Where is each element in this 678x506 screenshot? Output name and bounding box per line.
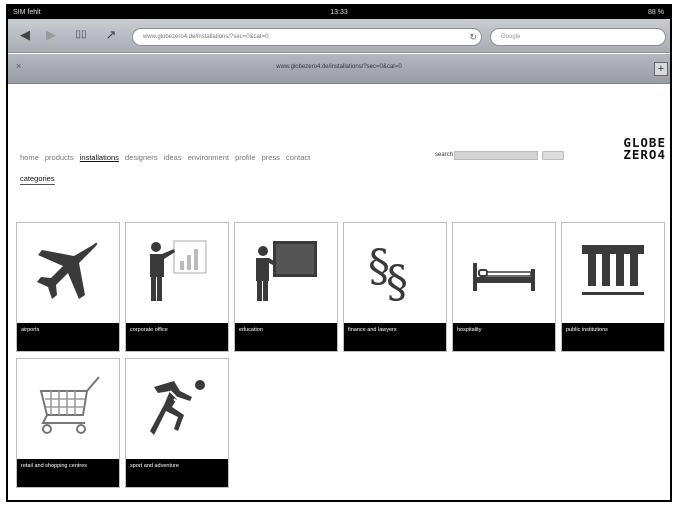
address-text: www.globezero4.de/installations/?sec=0&c… xyxy=(143,34,269,40)
bed-icon xyxy=(453,223,555,323)
tile-label: finance and lawyers xyxy=(344,323,446,351)
tile-hospitality[interactable]: hospitality xyxy=(452,222,556,352)
site-search-input[interactable] xyxy=(454,151,538,160)
globe-zero4-logo[interactable]: GLOBE ZERO4 xyxy=(580,136,666,162)
new-tab-button[interactable]: + xyxy=(654,62,668,76)
tile-airports[interactable]: airports xyxy=(16,222,120,352)
clock: 13:33 xyxy=(330,9,348,16)
tile-label: education xyxy=(235,323,337,351)
svg-text:§: § xyxy=(386,257,408,303)
tile-label: public institutions xyxy=(562,323,664,351)
tile-finance-and-lawyers[interactable]: § § finance and lawyers xyxy=(343,222,447,352)
tab-title[interactable]: www.globezero4.de/installations/?sec=0&c… xyxy=(8,64,670,70)
logo-line-2: ZERO4 xyxy=(623,147,666,162)
browser-toolbar: ◀ ▶ ▯▯ ↗ www.globezero4.de/installations… xyxy=(8,19,670,53)
shopping-cart-icon xyxy=(17,359,119,459)
categories-link[interactable]: categories xyxy=(20,174,55,185)
bookmarks-button[interactable]: ▯▯ xyxy=(70,25,92,45)
tile-retail-and-shopping-centres[interactable]: retail and shopping centres xyxy=(16,358,120,488)
nav-installations[interactable]: installations xyxy=(80,153,119,162)
tab-bar: × www.globezero4.de/installations/?sec=0… xyxy=(8,54,670,84)
status-bar: SIM fehlt 13:33 88 % xyxy=(8,6,670,19)
nav-press[interactable]: press xyxy=(262,153,280,162)
nav-ideas[interactable]: ideas xyxy=(164,153,182,162)
back-button[interactable]: ◀ xyxy=(14,25,36,45)
ipad-screen: SIM fehlt 13:33 88 % ◀ ▶ ▯▯ ↗ www.globez… xyxy=(6,4,672,502)
site-search-label: search xyxy=(435,152,454,158)
forward-icon: ▶ xyxy=(46,27,56,42)
back-icon: ◀ xyxy=(20,27,30,42)
airplane-icon xyxy=(17,223,119,323)
tile-sport-and-adventure[interactable]: sport and adventure xyxy=(125,358,229,488)
share-icon: ↗ xyxy=(105,27,117,42)
nav-profile[interactable]: profile xyxy=(235,153,255,162)
share-button[interactable]: ↗ xyxy=(100,25,122,45)
battery-indicator: 88 % xyxy=(648,9,664,16)
presenter-chart-icon xyxy=(126,223,228,323)
site-navigation: home products installations designers id… xyxy=(20,153,314,162)
site-search-button[interactable] xyxy=(542,151,564,160)
nav-environment[interactable]: environment xyxy=(188,153,229,162)
tile-label: hospitality xyxy=(453,323,555,351)
nav-designers[interactable]: designers xyxy=(125,153,158,162)
forward-button[interactable]: ▶ xyxy=(40,25,62,45)
address-bar[interactable]: www.globezero4.de/installations/?sec=0&c… xyxy=(132,28,482,46)
bookmarks-icon: ▯▯ xyxy=(75,29,87,40)
paragraph-icon: § § xyxy=(344,223,446,323)
tile-public-institutions[interactable]: public institutions xyxy=(561,222,665,352)
browser-search-placeholder: Google xyxy=(501,34,521,40)
tile-education[interactable]: education xyxy=(234,222,338,352)
nav-home[interactable]: home xyxy=(20,153,39,162)
teacher-board-icon xyxy=(235,223,337,323)
browser-search-field[interactable]: Google xyxy=(490,28,666,46)
reload-icon[interactable]: ↻ xyxy=(469,29,477,46)
tile-label: retail and shopping centres xyxy=(17,459,119,487)
nav-contact[interactable]: contact xyxy=(286,153,310,162)
tile-label: sport and adventure xyxy=(126,459,228,487)
tile-label: airports xyxy=(17,323,119,351)
tile-corporate-office[interactable]: corporate office xyxy=(125,222,229,352)
nav-products[interactable]: products xyxy=(45,153,74,162)
tile-label: corporate office xyxy=(126,323,228,351)
building-columns-icon xyxy=(562,223,664,323)
runner-icon xyxy=(126,359,228,459)
